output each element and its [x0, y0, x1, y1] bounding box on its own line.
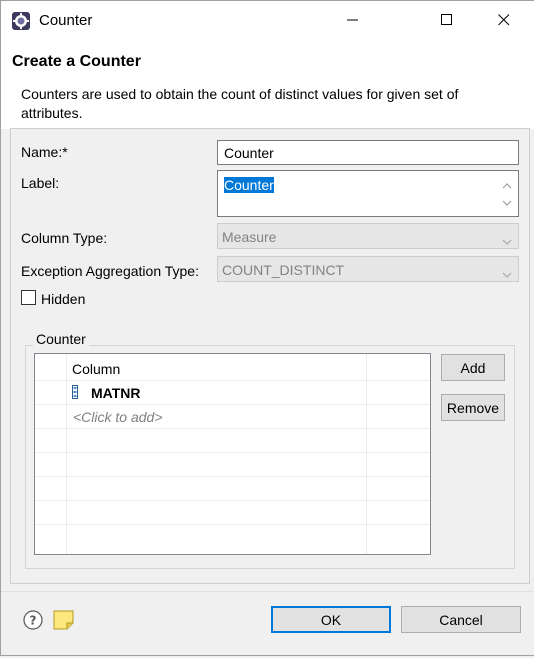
exception-aggregation-select[interactable]: COUNT_DISTINCT	[217, 256, 519, 282]
window-title: Counter	[39, 12, 93, 29]
row-divider	[35, 428, 430, 429]
name-label: Name:*	[21, 144, 68, 160]
dialog-description: Counters are used to obtain the count of…	[21, 86, 459, 121]
svg-text:?: ?	[30, 614, 37, 628]
app-icon	[11, 11, 31, 31]
row-divider	[35, 524, 430, 525]
label-textarea-selected-text: Counter	[224, 177, 274, 193]
exception-aggregation-label: Exception Aggregation Type:	[21, 263, 199, 279]
note-icon[interactable]	[53, 610, 75, 633]
maximize-icon	[441, 13, 453, 29]
title-bar[interactable]: Counter	[1, 1, 534, 41]
add-button[interactable]: Add	[441, 354, 505, 381]
remove-button-label: Remove	[446, 399, 500, 416]
add-button-label: Add	[460, 359, 486, 376]
remove-button[interactable]: Remove	[441, 394, 505, 421]
counter-group-label: Counter	[33, 331, 89, 347]
hidden-label: Hidden	[41, 291, 86, 307]
column-type-select[interactable]: Measure	[217, 223, 519, 249]
exception-aggregation-value: COUNT_DISTINCT	[222, 262, 345, 278]
minimize-icon	[347, 13, 359, 29]
cancel-button[interactable]: Cancel	[401, 606, 521, 633]
close-icon	[498, 13, 510, 29]
minimize-button[interactable]	[330, 1, 376, 41]
footer-separator	[1, 591, 534, 592]
scroll-up-icon[interactable]	[502, 177, 512, 193]
cancel-button-label: Cancel	[439, 611, 483, 628]
click-to-add-placeholder[interactable]: <Click to add>	[73, 409, 163, 425]
row-divider	[35, 476, 430, 477]
name-field-value: Counter	[224, 145, 274, 161]
label-textarea[interactable]: Counter	[217, 170, 519, 217]
table-row[interactable]: MATNR	[35, 381, 430, 404]
name-field[interactable]: Counter	[217, 140, 519, 165]
dialog-window: Counter Create a Counter Counters are us…	[0, 0, 535, 656]
help-icon[interactable]: ?	[23, 610, 43, 633]
ok-button[interactable]: OK	[271, 606, 391, 633]
scroll-down-icon[interactable]	[502, 194, 512, 210]
row-value: MATNR	[91, 385, 141, 401]
attribute-column-icon	[72, 385, 78, 402]
maximize-button[interactable]	[424, 1, 470, 41]
row-divider	[35, 452, 430, 453]
counter-table[interactable]: Column MATNR <Click to add>	[34, 353, 431, 555]
dialog-title: Create a Counter	[12, 53, 141, 70]
label-label: Label:	[21, 175, 60, 191]
row-divider	[35, 500, 430, 501]
chevron-down-icon	[502, 266, 512, 282]
column-type-label: Column Type:	[21, 230, 108, 246]
row-divider	[35, 404, 430, 405]
chevron-down-icon	[502, 233, 512, 249]
hidden-checkbox[interactable]	[21, 290, 36, 305]
close-window-button[interactable]	[481, 1, 527, 41]
background-strip	[534, 0, 539, 658]
column-type-value: Measure	[222, 229, 277, 245]
column-header[interactable]: Column	[72, 361, 120, 377]
ok-button-label: OK	[320, 611, 342, 628]
